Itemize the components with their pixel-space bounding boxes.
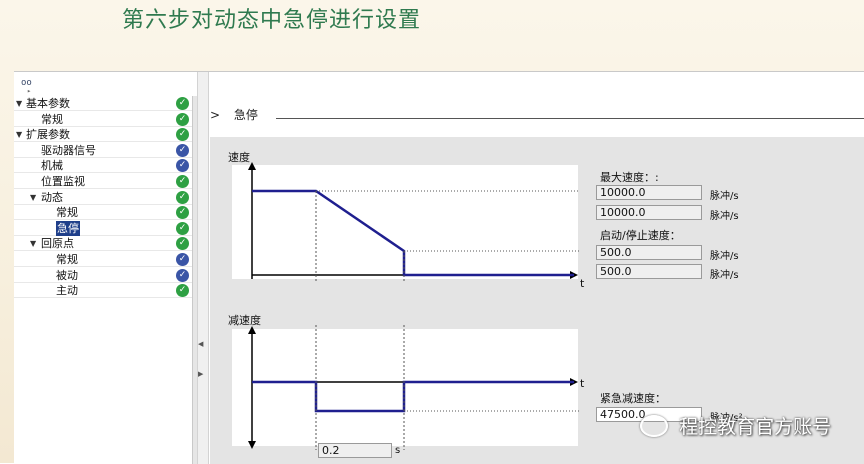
tree-item-label: 扩展参数 [26, 128, 70, 142]
start-stop-field-1: 500.0 [596, 245, 702, 260]
tree-item-label: 被动 [56, 268, 78, 282]
max-speed-unit-2: 脉冲/s [710, 211, 739, 222]
decel-t-label: t [580, 377, 585, 390]
tree-item-label: 主动 [56, 284, 78, 298]
glasses-icon: oo ▸ [21, 78, 32, 95]
status-info-icon: ✓ [176, 143, 189, 157]
tree-item-label: 急停 [56, 220, 80, 236]
tree-expand-icon[interactable]: ▼ [30, 236, 36, 251]
max-speed-unit-1: 脉冲/s [710, 191, 739, 202]
decel-time-unit: s [395, 445, 401, 456]
status-info-icon: ✓ [176, 159, 189, 173]
tree-item-label: 基本参数 [26, 97, 70, 110]
tree-item[interactable]: 被动 ✓ [14, 268, 192, 283]
emergency-decel-label: 紧急减速度： [600, 392, 666, 405]
splitter-arrow-right-icon[interactable]: ▶ [198, 370, 203, 378]
start-stop-unit-1: 脉冲/s [710, 251, 739, 262]
max-speed-field-2: 10000.0 [596, 205, 702, 220]
tree-item[interactable]: 位置监视 ✓ [14, 174, 192, 189]
max-speed-field-1: 10000.0 [596, 185, 702, 200]
status-ok-icon: ✓ [176, 112, 189, 126]
section-header[interactable]: > 急停 [210, 106, 258, 123]
decel-chart [232, 325, 580, 450]
velocity-t-label: t [580, 277, 585, 290]
tree-item[interactable]: ▼ 回原点 ✓ [14, 236, 192, 252]
config-window: oo ▸ ▼ 基本参数 ✓ 常规 ✓ ▼ 扩展参数 ✓ 驱动器信号 ✓ 机械 ✓ 位置监视 ✓ ▼ 动态 ✓ 常规 ✓… [14, 71, 864, 464]
status-ok-icon: ✓ [176, 128, 189, 142]
tree-item-label: 机械 [41, 159, 63, 173]
start-stop-field-2: 500.0 [596, 264, 702, 279]
tree-item-label: 回原点 [41, 237, 74, 251]
tree-item[interactable]: 主动 ✓ [14, 283, 192, 299]
tree-item[interactable]: ▼ 扩展参数 ✓ [14, 127, 192, 143]
tree-item-label: 常规 [41, 112, 63, 126]
tree-item[interactable]: 急停 ✓ [14, 220, 192, 236]
status-ok-icon: ✓ [176, 206, 189, 220]
start-stop-unit-2: 脉冲/s [710, 270, 739, 281]
tree-item[interactable]: 常规 ✓ [14, 112, 192, 127]
slide-title: 第六步对动态中急停进行设置 [122, 8, 422, 33]
tree-item[interactable]: 常规 ✓ [14, 252, 192, 267]
status-info-icon: ✓ [176, 253, 189, 266]
tree-item[interactable]: ▼ 动态 ✓ [14, 190, 192, 205]
tree-item-label: 位置监视 [41, 175, 85, 188]
section-divider [276, 118, 864, 119]
max-speed-label: 最大速度：: [600, 171, 659, 184]
watermark-text: 程控教育官方账号 [679, 416, 832, 438]
tree-item[interactable]: 常规 ✓ [14, 205, 192, 221]
status-ok-icon: ✓ [176, 97, 189, 110]
tree-item-label: 动态 [41, 190, 63, 204]
start-stop-label: 启动/停止速度： [600, 229, 681, 242]
section-expand-icon: > [210, 108, 221, 122]
status-ok-icon: ✓ [176, 221, 189, 235]
splitter-arrow-left-icon[interactable]: ◀ [198, 340, 203, 348]
wechat-icon [640, 414, 668, 437]
section-title: 急停 [233, 108, 258, 122]
tree-item[interactable]: 机械 ✓ [14, 158, 192, 174]
tree-expand-icon[interactable]: ▼ [30, 190, 36, 205]
watermark: 程控教育官方账号 [640, 412, 831, 438]
velocity-chart [232, 162, 580, 281]
tree-expand-icon[interactable]: ▼ [16, 127, 22, 142]
tree-item[interactable]: ▼ 基本参数 ✓ [14, 96, 192, 111]
tree-item-label: 常规 [56, 206, 78, 220]
decel-time-field: 0.2 [318, 443, 392, 458]
tree-item[interactable]: 驱动器信号 ✓ [14, 143, 192, 158]
tree-item-label: 常规 [56, 253, 78, 266]
status-info-icon: ✓ [176, 268, 189, 282]
tree-expand-icon[interactable]: ▼ [16, 96, 22, 111]
nav-tree: ▼ 基本参数 ✓ 常规 ✓ ▼ 扩展参数 ✓ 驱动器信号 ✓ 机械 ✓ 位置监视 ✓ ▼ 动态 ✓ 常规 ✓ 急停 ✓ ▼… [14, 96, 192, 464]
status-ok-icon: ✓ [176, 237, 189, 251]
tree-item-label: 驱动器信号 [41, 143, 96, 157]
status-ok-icon: ✓ [176, 190, 189, 204]
pane-splitter[interactable] [197, 72, 209, 464]
status-ok-icon: ✓ [176, 284, 189, 298]
status-ok-icon: ✓ [176, 175, 189, 188]
